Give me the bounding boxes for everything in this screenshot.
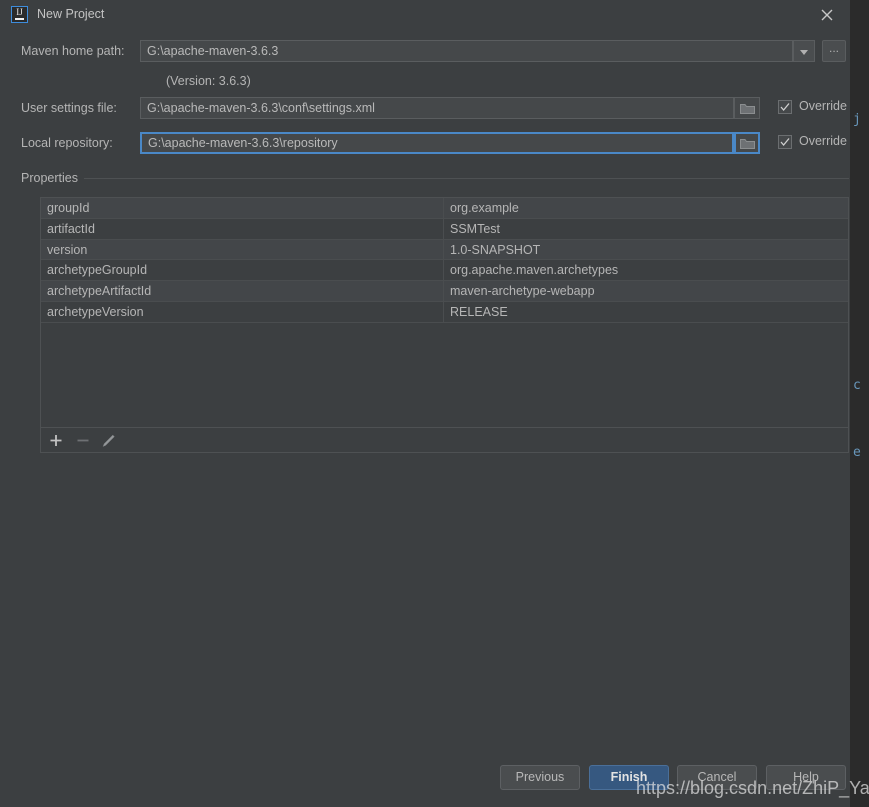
- property-key: version: [41, 239, 444, 260]
- screenshot-root: j c e IJ New Project Maven home path: G:…: [0, 0, 869, 807]
- table-row[interactable]: artifactId SSMTest: [41, 218, 848, 240]
- background-editor-char: j: [853, 112, 861, 127]
- add-property-button[interactable]: [46, 431, 66, 450]
- property-value: org.apache.maven.archetypes: [450, 263, 619, 278]
- minus-icon: [77, 439, 89, 442]
- plus-icon: [50, 435, 62, 446]
- property-key: archetypeVersion: [41, 301, 444, 322]
- property-value: SSMTest: [450, 221, 501, 236]
- background-editor-char: e: [853, 445, 861, 460]
- user-settings-override-label: Override: [799, 99, 847, 113]
- property-value: maven-archetype-webapp: [450, 284, 595, 299]
- maven-home-path-dropdown-button[interactable]: [793, 40, 815, 62]
- table-row[interactable]: version 1.0-SNAPSHOT: [41, 239, 848, 261]
- property-value: 1.0-SNAPSHOT: [450, 242, 541, 257]
- property-key: artifactId: [41, 218, 444, 239]
- property-key: archetypeArtifactId: [41, 281, 444, 301]
- local-repository-label: Local repository:: [21, 136, 113, 150]
- table-row[interactable]: archetypeArtifactId maven-archetype-weba…: [41, 281, 848, 302]
- property-value: org.example: [450, 201, 519, 215]
- user-settings-folder-button[interactable]: [734, 97, 760, 119]
- table-row[interactable]: archetypeVersion RELEASE: [41, 301, 848, 323]
- intellij-idea-icon-underline: [15, 18, 24, 20]
- checkbox-box: [778, 100, 792, 114]
- dialog-title: New Project: [37, 7, 105, 21]
- pencil-icon: [102, 434, 115, 447]
- folder-icon: [740, 139, 755, 149]
- close-icon[interactable]: [818, 6, 836, 24]
- intellij-idea-icon: IJ: [11, 6, 28, 23]
- local-repository-folder-button[interactable]: [734, 132, 760, 154]
- check-icon: [780, 138, 790, 147]
- edit-property-button[interactable]: [99, 431, 119, 450]
- maven-home-path-input[interactable]: G:\apache-maven-3.6.3: [140, 40, 793, 62]
- maven-version-note: (Version: 3.6.3): [166, 74, 251, 88]
- local-repository-override-label: Override: [799, 134, 847, 148]
- maven-home-path-browse-button[interactable]: ...: [822, 40, 846, 62]
- property-key: archetypeGroupId: [41, 260, 444, 281]
- properties-group-separator: [21, 178, 849, 179]
- property-key: groupId: [41, 198, 444, 218]
- background-editor-char: c: [853, 378, 861, 393]
- properties-group-label: Properties: [21, 171, 84, 185]
- user-settings-file-label: User settings file:: [21, 101, 117, 115]
- properties-table[interactable]: groupId org.example artifactId SSMTest v…: [40, 197, 849, 428]
- remove-property-button[interactable]: [73, 431, 93, 450]
- local-repository-input[interactable]: G:\apache-maven-3.6.3\repository: [140, 132, 734, 154]
- table-row[interactable]: groupId org.example: [41, 198, 848, 219]
- watermark-text: https://blog.csdn.net/ZhiP_Yan: [636, 778, 869, 798]
- property-value: RELEASE: [450, 304, 508, 319]
- folder-icon: [740, 104, 755, 114]
- check-icon: [780, 103, 790, 112]
- table-row[interactable]: archetypeGroupId org.apache.maven.archet…: [41, 260, 848, 282]
- chevron-down-icon: [800, 50, 808, 55]
- checkbox-box: [778, 135, 792, 149]
- dialog-titlebar: IJ New Project: [0, 0, 850, 29]
- user-settings-file-input[interactable]: G:\apache-maven-3.6.3\conf\settings.xml: [140, 97, 734, 119]
- previous-button[interactable]: Previous: [500, 765, 580, 790]
- maven-home-path-label: Maven home path:: [21, 44, 125, 58]
- new-project-dialog: IJ New Project Maven home path: G:\apach…: [0, 0, 850, 807]
- properties-table-toolbar: [40, 428, 849, 453]
- intellij-idea-icon-letters: IJ: [16, 7, 23, 17]
